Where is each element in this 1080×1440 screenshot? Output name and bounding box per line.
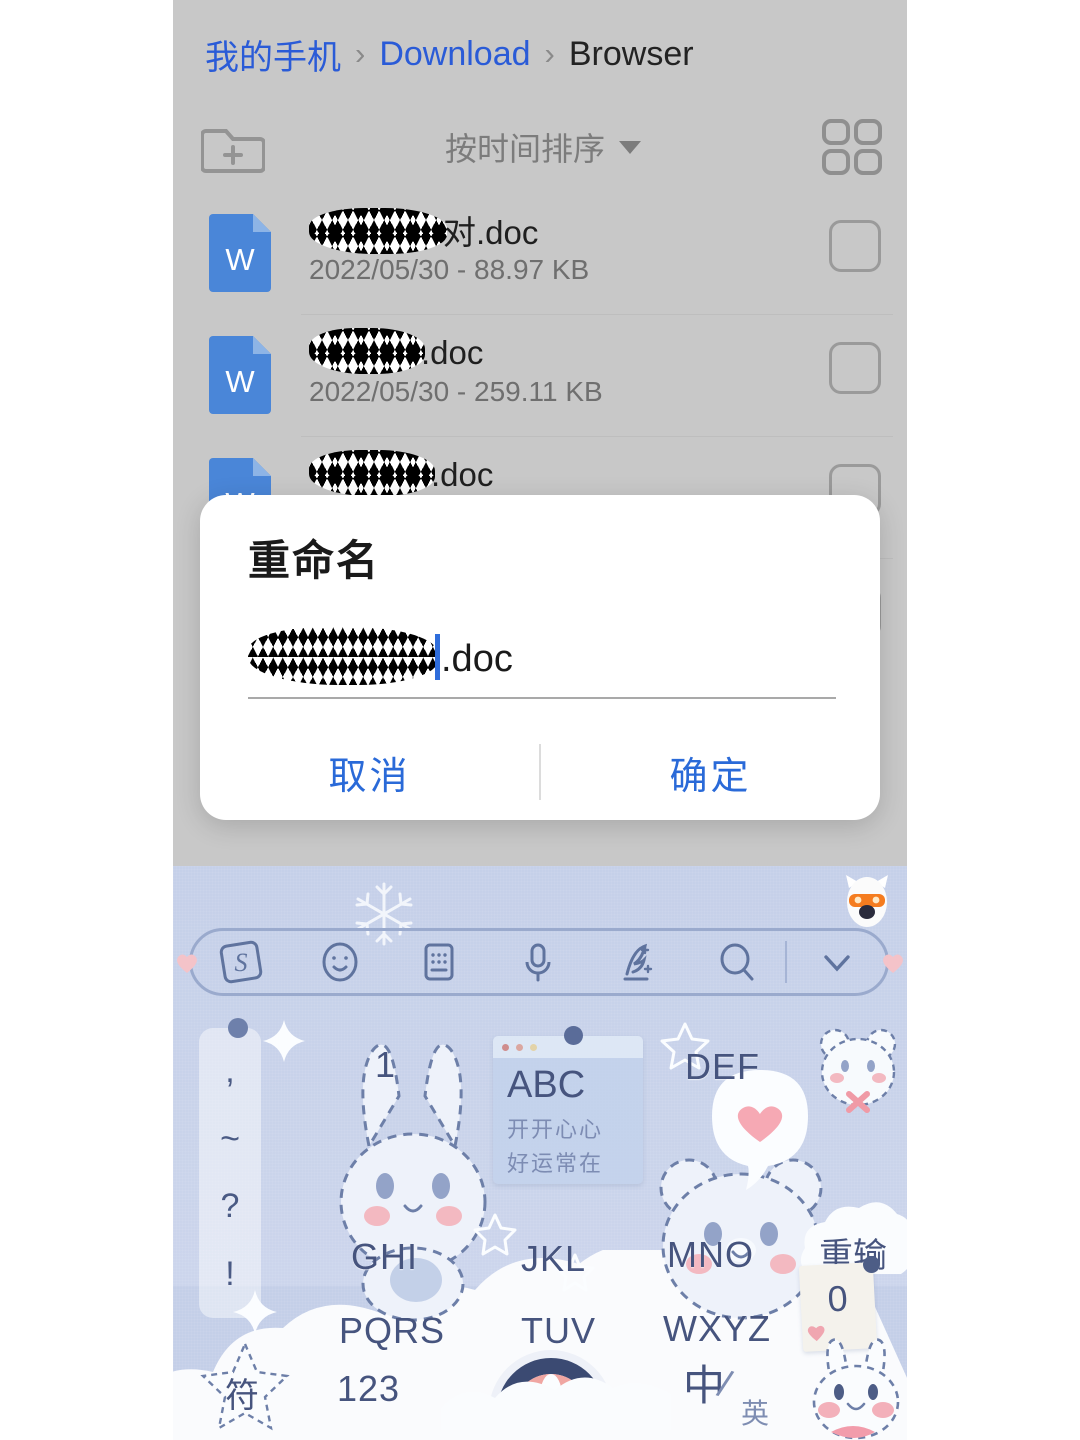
rename-input[interactable]: .doc bbox=[248, 623, 836, 699]
key-5-jkl[interactable]: JKL bbox=[521, 1238, 586, 1280]
word-doc-icon: W bbox=[209, 214, 271, 292]
pin-dot bbox=[863, 1256, 880, 1273]
key-comma[interactable]: , bbox=[225, 1052, 234, 1091]
bear-sticker-small bbox=[819, 1028, 897, 1113]
screenshot-root: 我的手机 › Download › Browser 按时间排序 W 对.doc … bbox=[0, 0, 1080, 1440]
card-dot bbox=[502, 1044, 509, 1051]
punctuation-key-strip[interactable]: , ~ ? ! bbox=[199, 1028, 261, 1318]
confirm-button[interactable]: 确定 bbox=[541, 745, 880, 800]
key-question[interactable]: ? bbox=[221, 1187, 240, 1226]
star-outline-icon bbox=[473, 1213, 517, 1256]
dialog-title: 重命名 bbox=[248, 537, 381, 584]
table-row[interactable]: W .doc 2022/05/30 - 259.11 KB bbox=[173, 314, 907, 436]
breadcrumb-download[interactable]: Download bbox=[379, 35, 530, 74]
breadcrumb-separator: › bbox=[355, 36, 366, 71]
redaction-mask bbox=[309, 450, 435, 496]
redaction-mask bbox=[248, 627, 438, 685]
breadcrumb: 我的手机 › Download › Browser bbox=[173, 0, 907, 108]
key-2-abc-label: ABC bbox=[507, 1064, 586, 1106]
rename-dialog: 重命名 .doc 取消 确定 bbox=[200, 495, 880, 820]
file-meta: 2022/05/30 - 88.97 KB bbox=[309, 254, 590, 285]
card-note-line-1: 开开心心 bbox=[507, 1117, 604, 1142]
new-folder-icon[interactable] bbox=[200, 118, 266, 178]
key-symbol[interactable]: 符 bbox=[225, 1368, 259, 1417]
word-doc-icon: W bbox=[209, 336, 271, 414]
table-row[interactable]: W 对.doc 2022/05/30 - 88.97 KB bbox=[173, 192, 907, 314]
key-3-def[interactable]: DEF bbox=[685, 1046, 760, 1088]
key-0-label: 0 bbox=[826, 1277, 849, 1320]
redaction-mask bbox=[309, 328, 425, 374]
svg-text:S: S bbox=[235, 948, 248, 977]
file-name-text: .doc bbox=[421, 334, 484, 371]
file-name-text: .doc bbox=[431, 456, 494, 493]
text-cursor bbox=[435, 634, 440, 680]
file-manager-screen: 我的手机 › Download › Browser 按时间排序 W 对.doc … bbox=[173, 0, 907, 1440]
rename-input-value: .doc bbox=[248, 627, 513, 685]
dialog-actions: 取消 确定 bbox=[200, 727, 880, 817]
key-7-pqrs[interactable]: PQRS bbox=[339, 1310, 445, 1352]
handwriting-icon[interactable] bbox=[587, 928, 686, 996]
sparkle-icon bbox=[263, 1020, 305, 1062]
chevron-down-icon[interactable] bbox=[787, 928, 886, 996]
row-divider bbox=[301, 314, 893, 315]
redaction-mask bbox=[309, 208, 447, 254]
toolbar-divider bbox=[785, 941, 788, 983]
pin-dot bbox=[564, 1026, 583, 1045]
pin-dot bbox=[228, 1018, 248, 1038]
action-bar: 按时间排序 bbox=[173, 108, 907, 192]
heart-icon bbox=[177, 954, 197, 973]
svg-text:W: W bbox=[225, 364, 255, 399]
row-checkbox[interactable] bbox=[829, 342, 881, 394]
keyboard-toolbar: S bbox=[189, 928, 889, 996]
card-dot bbox=[516, 1044, 523, 1051]
sort-label: 按时间排序 bbox=[444, 131, 605, 167]
key-tilde[interactable]: ~ bbox=[220, 1120, 240, 1159]
cancel-button[interactable]: 取消 bbox=[200, 745, 539, 800]
key-numeric[interactable]: 123 bbox=[337, 1368, 400, 1410]
breadcrumb-root[interactable]: 我的手机 bbox=[205, 30, 341, 79]
row-divider bbox=[301, 436, 893, 437]
file-name: .doc bbox=[309, 450, 493, 496]
file-meta: 2022/05/30 - 259.11 KB bbox=[309, 376, 603, 407]
key-4-ghi[interactable]: GHI bbox=[351, 1236, 418, 1278]
key-1[interactable]: 1 bbox=[375, 1044, 396, 1086]
key-6-mno[interactable]: MNO bbox=[667, 1234, 754, 1276]
chevron-down-icon bbox=[619, 140, 641, 154]
search-icon[interactable] bbox=[686, 928, 785, 996]
bunny-enter-key[interactable] bbox=[797, 1334, 907, 1440]
sogou-keyboard: S , ~ ? ! ABC 开开心心 好运常在 1 DEF GHI JKL MN… bbox=[173, 866, 907, 1440]
key-9-wxyz[interactable]: WXYZ bbox=[663, 1308, 771, 1350]
key-2-abc-card[interactable]: ABC 开开心心 好运常在 bbox=[493, 1026, 643, 1184]
card-dot bbox=[530, 1044, 537, 1051]
space-key[interactable] bbox=[441, 1334, 671, 1430]
breadcrumb-separator: › bbox=[544, 36, 555, 71]
key-language-en[interactable]: 英 bbox=[741, 1392, 769, 1432]
heart-icon bbox=[883, 954, 903, 973]
breadcrumb-current: Browser bbox=[568, 34, 694, 73]
sparkle-icon bbox=[233, 1290, 277, 1334]
bunny-sticker bbox=[339, 1043, 487, 1322]
sogou-logo-icon[interactable]: S bbox=[192, 928, 291, 996]
keyboard-icon[interactable] bbox=[390, 928, 489, 996]
svg-text:W: W bbox=[225, 242, 255, 277]
file-name: 对.doc bbox=[309, 206, 538, 254]
grid-view-icon[interactable] bbox=[821, 118, 883, 176]
keypad: , ~ ? ! ABC 开开心心 好运常在 1 DEF GHI JKL MNO … bbox=[173, 1016, 907, 1440]
file-name-text: 对.doc bbox=[443, 214, 539, 251]
emoji-icon[interactable] bbox=[291, 928, 390, 996]
row-checkbox[interactable] bbox=[829, 220, 881, 272]
fox-mascot-icon[interactable] bbox=[841, 872, 893, 930]
card-note-line-2: 好运常在 bbox=[507, 1151, 604, 1176]
rename-extension: .doc bbox=[441, 638, 513, 680]
sort-dropdown[interactable]: 按时间排序 bbox=[383, 116, 703, 178]
microphone-icon[interactable] bbox=[489, 928, 588, 996]
file-name: .doc bbox=[309, 328, 483, 374]
